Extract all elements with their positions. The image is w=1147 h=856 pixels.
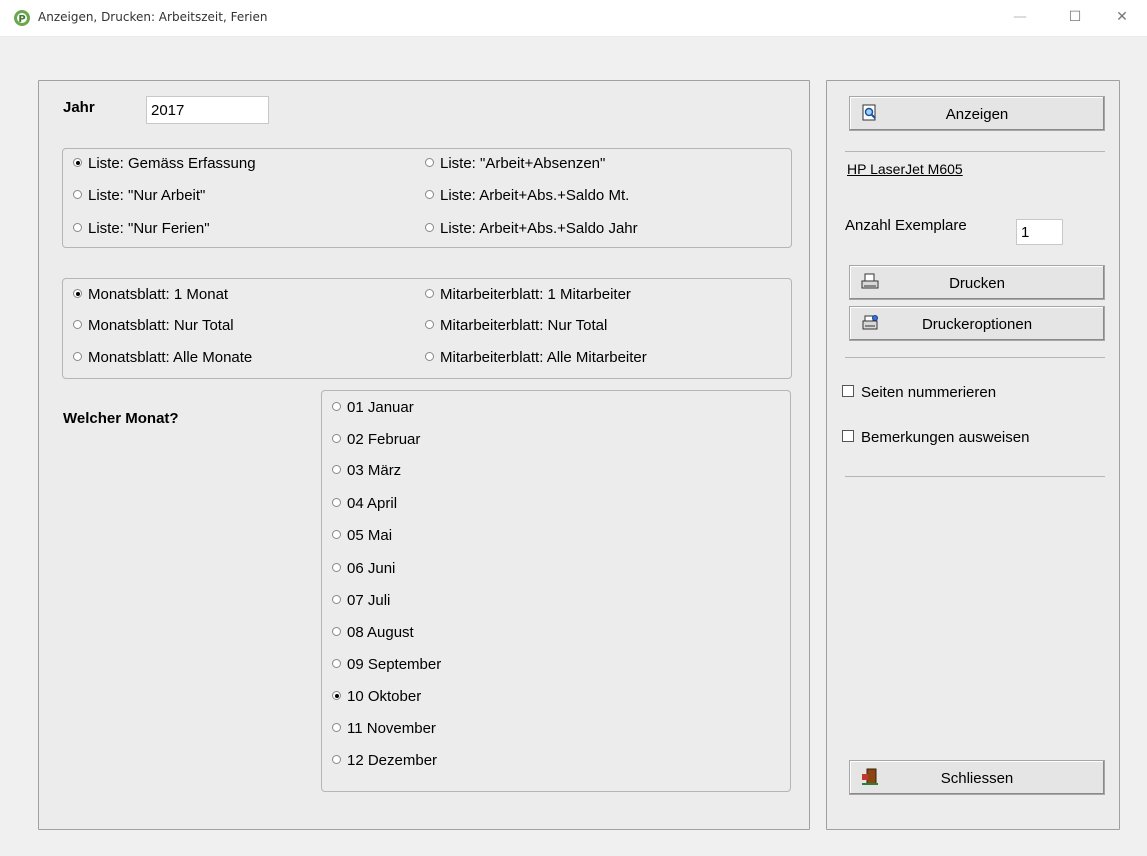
radio-mitarbeiterblatt-total[interactable]: Mitarbeiterblatt: Nur Total xyxy=(425,317,607,334)
show-remarks-checkbox[interactable]: Bemerkungen ausweisen xyxy=(842,429,1029,446)
radio-month-01[interactable]: 01 Januar xyxy=(332,399,414,416)
radio-dot xyxy=(425,158,434,167)
radio-dot xyxy=(332,465,341,474)
radio-dot xyxy=(425,352,434,361)
radio-month-08[interactable]: 08 August xyxy=(332,624,414,641)
radio-dot xyxy=(332,530,341,539)
close-window-button[interactable]: ✕ xyxy=(1099,0,1145,34)
radio-monatsblatt-alle[interactable]: Monatsblatt: Alle Monate xyxy=(73,349,252,366)
radio-dot xyxy=(332,402,341,411)
radio-list-nur-ferien[interactable]: Liste: "Nur Ferien" xyxy=(73,220,210,237)
radio-list-saldo-monat[interactable]: Liste: Arbeit+Abs.+Saldo Mt. xyxy=(425,187,629,204)
divider xyxy=(845,357,1105,358)
radio-dot xyxy=(73,289,82,298)
show-button[interactable]: Anzeigen xyxy=(849,96,1105,131)
radio-list-erfassung[interactable]: Liste: Gemäss Erfassung xyxy=(73,155,256,172)
divider xyxy=(845,476,1105,477)
radio-dot xyxy=(332,595,341,604)
radio-dot xyxy=(332,498,341,507)
print-button-label: Drucken xyxy=(949,275,1005,292)
radio-dot xyxy=(73,223,82,232)
radio-month-02[interactable]: 02 Februar xyxy=(332,431,420,448)
radio-month-07[interactable]: 07 Juli xyxy=(332,592,390,609)
actions-panel xyxy=(826,80,1120,830)
printer-options-button[interactable]: Druckeroptionen xyxy=(849,306,1105,341)
radio-dot xyxy=(425,223,434,232)
close-button-label: Schliessen xyxy=(940,770,1014,787)
print-button[interactable]: Drucken xyxy=(849,265,1105,300)
radio-monatsblatt-total[interactable]: Monatsblatt: Nur Total xyxy=(73,317,234,334)
radio-month-04[interactable]: 04 April xyxy=(332,495,397,512)
app-logo-icon: P xyxy=(14,10,30,26)
month-label: Welcher Monat? xyxy=(63,410,179,427)
title-bar: P Anzeigen, Drucken: Arbeitszeit, Ferien… xyxy=(0,0,1147,37)
radio-month-09[interactable]: 09 September xyxy=(332,656,441,673)
window-title: Anzeigen, Drucken: Arbeitszeit, Ferien xyxy=(38,10,268,24)
radio-dot xyxy=(425,289,434,298)
minimize-button[interactable]: — xyxy=(997,0,1043,34)
maximize-button[interactable]: ☐ xyxy=(1052,0,1098,34)
radio-month-10[interactable]: 10 Oktober xyxy=(332,688,421,705)
radio-dot xyxy=(332,691,341,700)
radio-dot xyxy=(73,352,82,361)
divider xyxy=(845,151,1105,152)
radio-mitarbeiterblatt-1[interactable]: Mitarbeiterblatt: 1 Mitarbeiter xyxy=(425,286,631,303)
printer-options-button-label: Druckeroptionen xyxy=(921,316,1033,333)
radio-dot xyxy=(332,659,341,668)
radio-dot xyxy=(332,723,341,732)
radio-dot xyxy=(73,158,82,167)
show-button-label: Anzeigen xyxy=(945,106,1009,123)
radio-list-nur-arbeit[interactable]: Liste: "Nur Arbeit" xyxy=(73,187,205,204)
checkbox-box xyxy=(842,385,854,397)
radio-dot xyxy=(73,320,82,329)
radio-dot xyxy=(73,190,82,199)
radio-dot xyxy=(332,627,341,636)
radio-month-05[interactable]: 05 Mai xyxy=(332,527,392,544)
radio-monatsblatt-1[interactable]: Monatsblatt: 1 Monat xyxy=(73,286,228,303)
close-button[interactable]: Schliessen xyxy=(849,760,1105,795)
radio-list-saldo-jahr[interactable]: Liste: Arbeit+Abs.+Saldo Jahr xyxy=(425,220,638,237)
copies-input[interactable] xyxy=(1016,219,1063,245)
year-input[interactable] xyxy=(146,96,269,124)
year-label: Jahr xyxy=(63,99,95,116)
radio-month-06[interactable]: 06 Juni xyxy=(332,560,395,577)
radio-mitarbeiterblatt-alle[interactable]: Mitarbeiterblatt: Alle Mitarbeiter xyxy=(425,349,647,366)
checkbox-box xyxy=(842,430,854,442)
radio-month-03[interactable]: 03 März xyxy=(332,462,401,479)
svg-text:P: P xyxy=(18,14,25,25)
radio-dot xyxy=(332,563,341,572)
radio-month-11[interactable]: 11 November xyxy=(332,720,436,737)
radio-list-arbeit-absenzen[interactable]: Liste: "Arbeit+Absenzen" xyxy=(425,155,605,172)
number-pages-checkbox[interactable]: Seiten nummerieren xyxy=(842,384,996,401)
radio-dot xyxy=(332,434,341,443)
printer-link[interactable]: HP LaserJet M605 xyxy=(847,161,963,177)
radio-dot xyxy=(425,320,434,329)
radio-dot xyxy=(332,755,341,764)
copies-label: Anzahl Exemplare xyxy=(845,217,967,234)
radio-dot xyxy=(425,190,434,199)
radio-month-12[interactable]: 12 Dezember xyxy=(332,752,437,769)
